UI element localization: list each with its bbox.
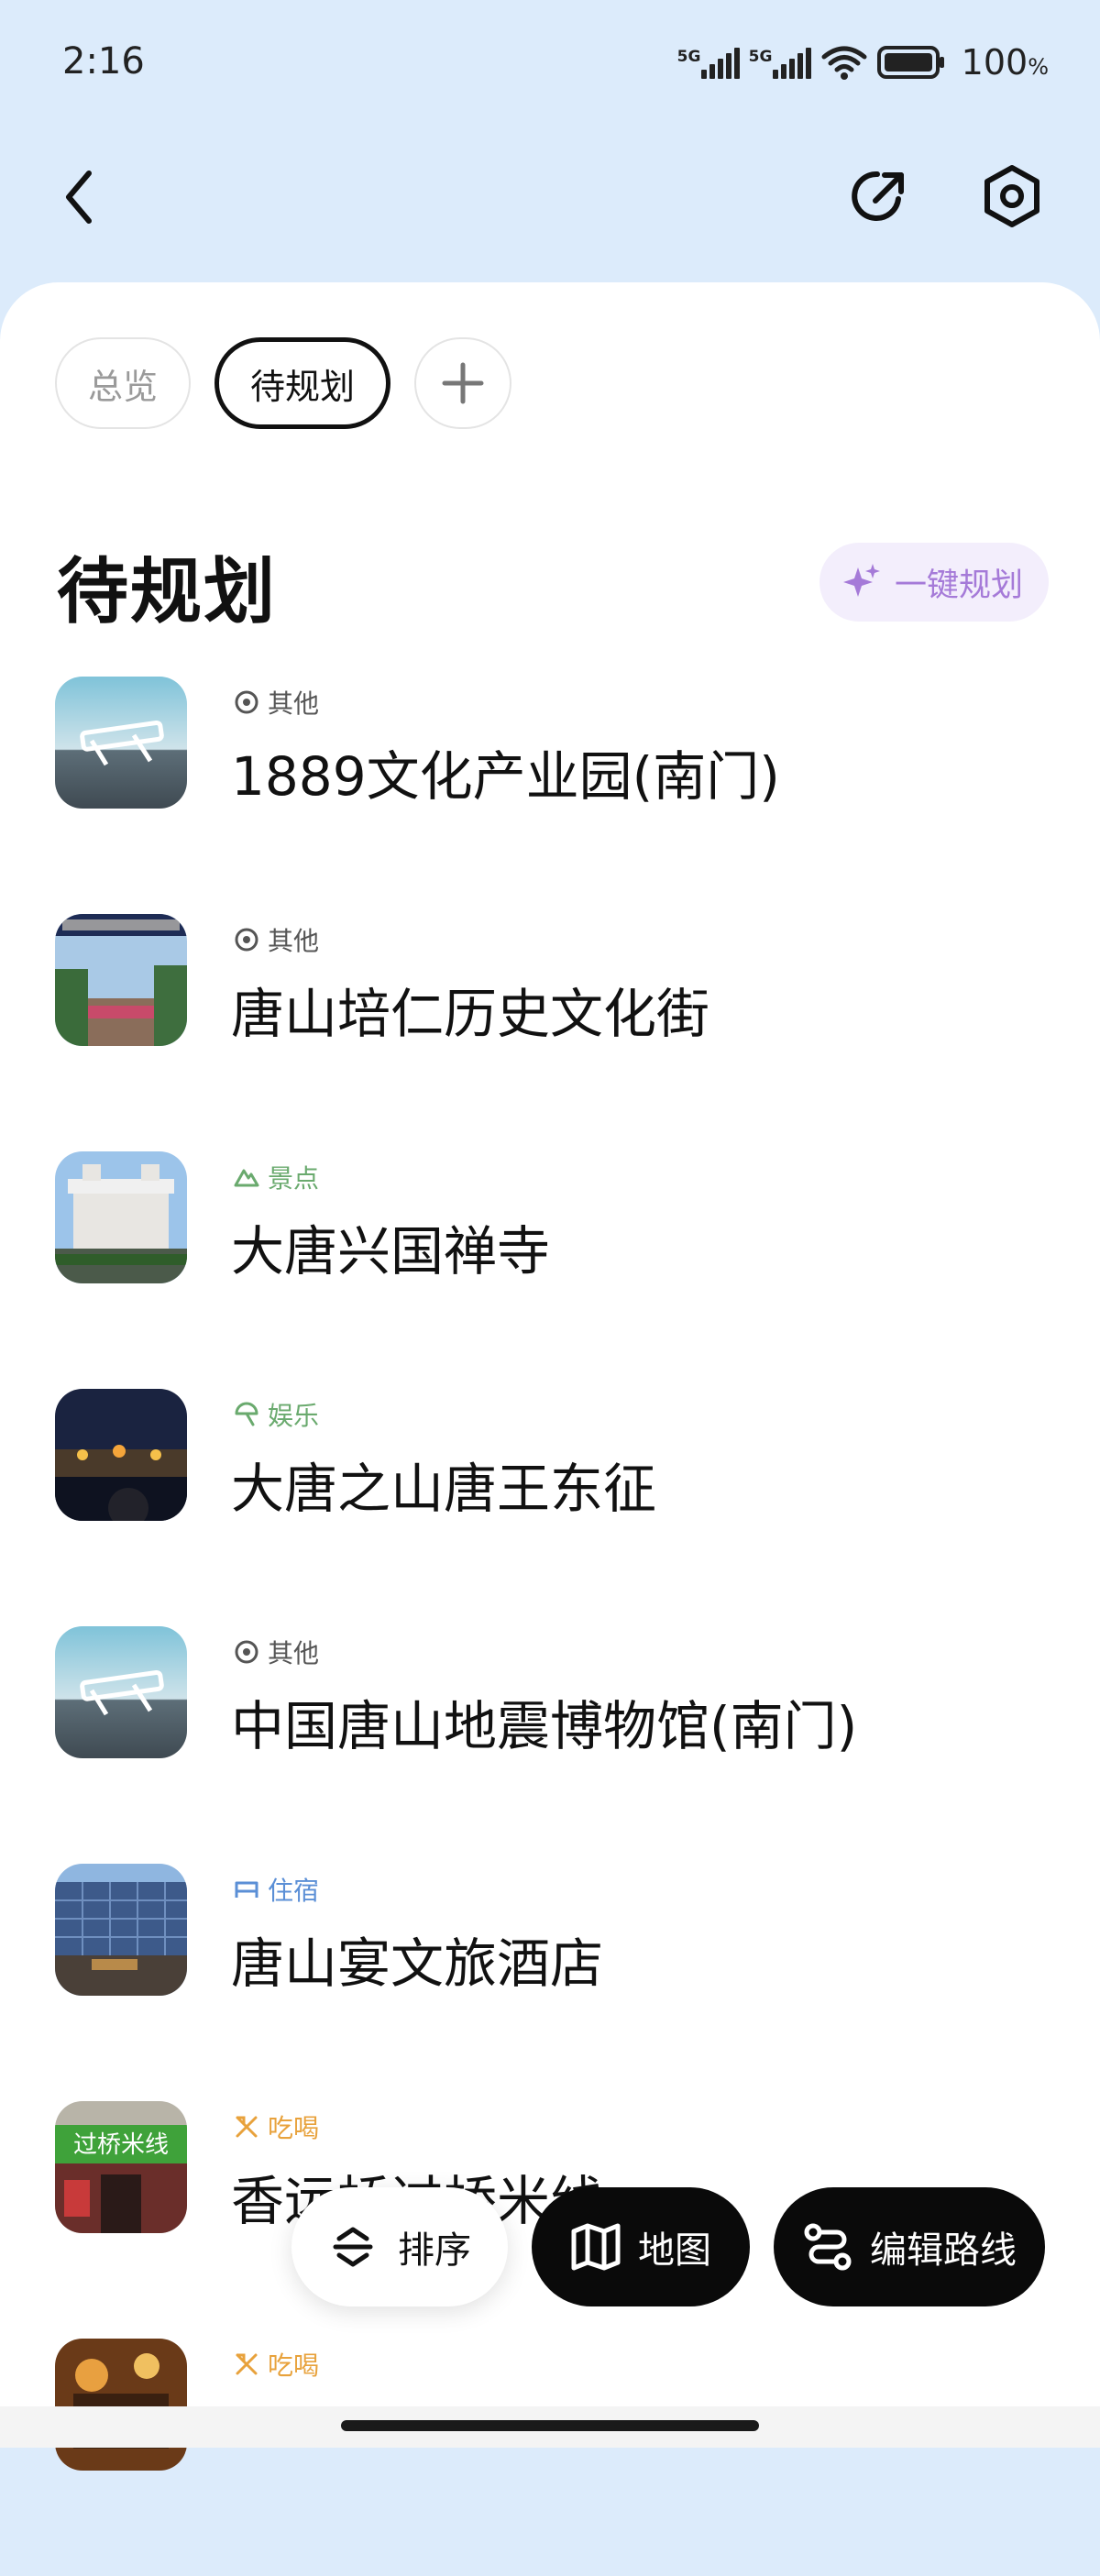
sort-icon	[333, 2227, 373, 2267]
tab-bar: 总览 待规划	[55, 337, 512, 429]
list-item[interactable]: 其他 1889文化产业园(南门)	[0, 677, 1100, 914]
utensils-icon	[236, 2116, 258, 2138]
route-icon	[804, 2223, 852, 2271]
status-icons: 5G 5G 100%	[677, 42, 1049, 83]
cellular-signal-icon: 5G	[677, 46, 740, 79]
list-item[interactable]: 其他 中国唐山地震博物馆(南门)	[0, 1626, 1100, 1864]
section-title: 待规划	[57, 551, 278, 633]
map-label: 地图	[638, 2229, 711, 2272]
sparkle-icon	[842, 564, 880, 597]
place-thumbnail	[55, 914, 187, 1046]
list-item[interactable]: 吃喝	[0, 2339, 1100, 2576]
place-thumbnail	[55, 1626, 187, 1758]
location-pin-icon	[235, 928, 258, 952]
battery-icon	[876, 46, 944, 79]
tab-label: 待规划	[250, 366, 356, 407]
category-label: 其他	[268, 688, 320, 719]
place-name: 1889文化产业园(南门)	[231, 745, 780, 808]
category-label: 吃喝	[268, 2113, 320, 2143]
category-tag: 吃喝	[233, 2108, 319, 2145]
list-item[interactable]: 景点 大唐兴国禅寺	[0, 1151, 1100, 1389]
plus-icon	[442, 362, 484, 404]
one-click-plan-button[interactable]: 一键规划	[819, 543, 1049, 622]
network-type-label-2: 5G	[748, 48, 773, 66]
category-label: 景点	[268, 1163, 320, 1194]
gear-icon	[984, 165, 1040, 227]
place-name: 唐山培仁历史文化街	[231, 983, 710, 1045]
add-tab-button[interactable]	[414, 337, 512, 429]
sort-button[interactable]: 排序	[292, 2187, 508, 2306]
cellular-signal-icon-2: 5G	[749, 46, 811, 79]
edit-route-button[interactable]: 编辑路线	[774, 2187, 1045, 2306]
map-button[interactable]: 地图	[532, 2187, 750, 2306]
category-tag: 其他	[233, 684, 319, 721]
location-pin-icon	[235, 1640, 258, 1664]
umbrella-icon	[235, 1402, 258, 1426]
category-tag: 景点	[233, 1159, 319, 1195]
list-item[interactable]: 住宿 唐山宴文旅酒店	[0, 1864, 1100, 2101]
category-tag: 其他	[233, 921, 319, 958]
svg-text:过桥米线: 过桥米线	[73, 2131, 169, 2159]
category-tag: 娱乐	[233, 1396, 319, 1433]
settings-button[interactable]	[975, 160, 1049, 233]
wifi-icon	[821, 46, 867, 80]
category-tag: 吃喝	[233, 2346, 319, 2383]
back-button[interactable]	[48, 165, 112, 229]
top-bar	[0, 147, 1100, 248]
category-label: 其他	[268, 926, 320, 956]
map-icon	[571, 2223, 621, 2271]
tab-to-plan[interactable]: 待规划	[214, 337, 391, 429]
list-item[interactable]: 其他 唐山培仁历史文化街	[0, 914, 1100, 1151]
category-tag: 住宿	[233, 1871, 319, 1908]
category-label: 娱乐	[268, 1401, 320, 1431]
place-thumbnail	[55, 677, 187, 809]
place-thumbnail	[55, 2339, 187, 2471]
place-name: 唐山宴文旅酒店	[231, 1932, 604, 1995]
category-label: 其他	[268, 1638, 320, 1668]
bed-icon	[235, 1881, 258, 1898]
tab-overview[interactable]: 总览	[55, 337, 192, 429]
network-type-label: 5G	[676, 48, 701, 66]
sort-label: 排序	[398, 2229, 471, 2272]
category-tag: 其他	[233, 1634, 319, 1670]
status-time: 2:16	[62, 40, 145, 83]
chevron-left-icon	[66, 171, 92, 224]
share-button[interactable]	[843, 160, 917, 233]
home-indicator	[341, 2420, 759, 2431]
place-name: 中国唐山地震博物馆(南门)	[231, 1695, 858, 1757]
utensils-icon	[236, 2353, 258, 2375]
category-label: 吃喝	[268, 2350, 320, 2381]
place-thumbnail	[55, 1864, 187, 1996]
category-label: 住宿	[268, 1876, 320, 1906]
place-thumbnail	[55, 1151, 187, 1283]
battery-level: 100%	[961, 42, 1049, 83]
location-pin-icon	[235, 690, 258, 714]
plan-button-label: 一键规划	[894, 567, 1023, 604]
content-sheet: 总览 待规划 待规划 一键规划 其他 1889文化产业园(南门) 其他 唐山培仁…	[0, 282, 1100, 2471]
place-thumbnail	[55, 1389, 187, 1521]
list-item[interactable]: 娱乐 大唐之山唐王东征	[0, 1389, 1100, 1626]
mountain-icon	[234, 1169, 259, 1187]
status-bar: 2:16 5G 5G 100%	[0, 0, 1100, 128]
place-name: 大唐之山唐王东征	[231, 1458, 657, 1520]
edit-route-label: 编辑路线	[870, 2229, 1017, 2272]
tab-label: 总览	[88, 366, 159, 407]
share-arrow-icon	[852, 171, 904, 221]
place-name: 大唐兴国禅寺	[231, 1220, 551, 1282]
place-thumbnail: 过桥米线	[55, 2101, 187, 2233]
